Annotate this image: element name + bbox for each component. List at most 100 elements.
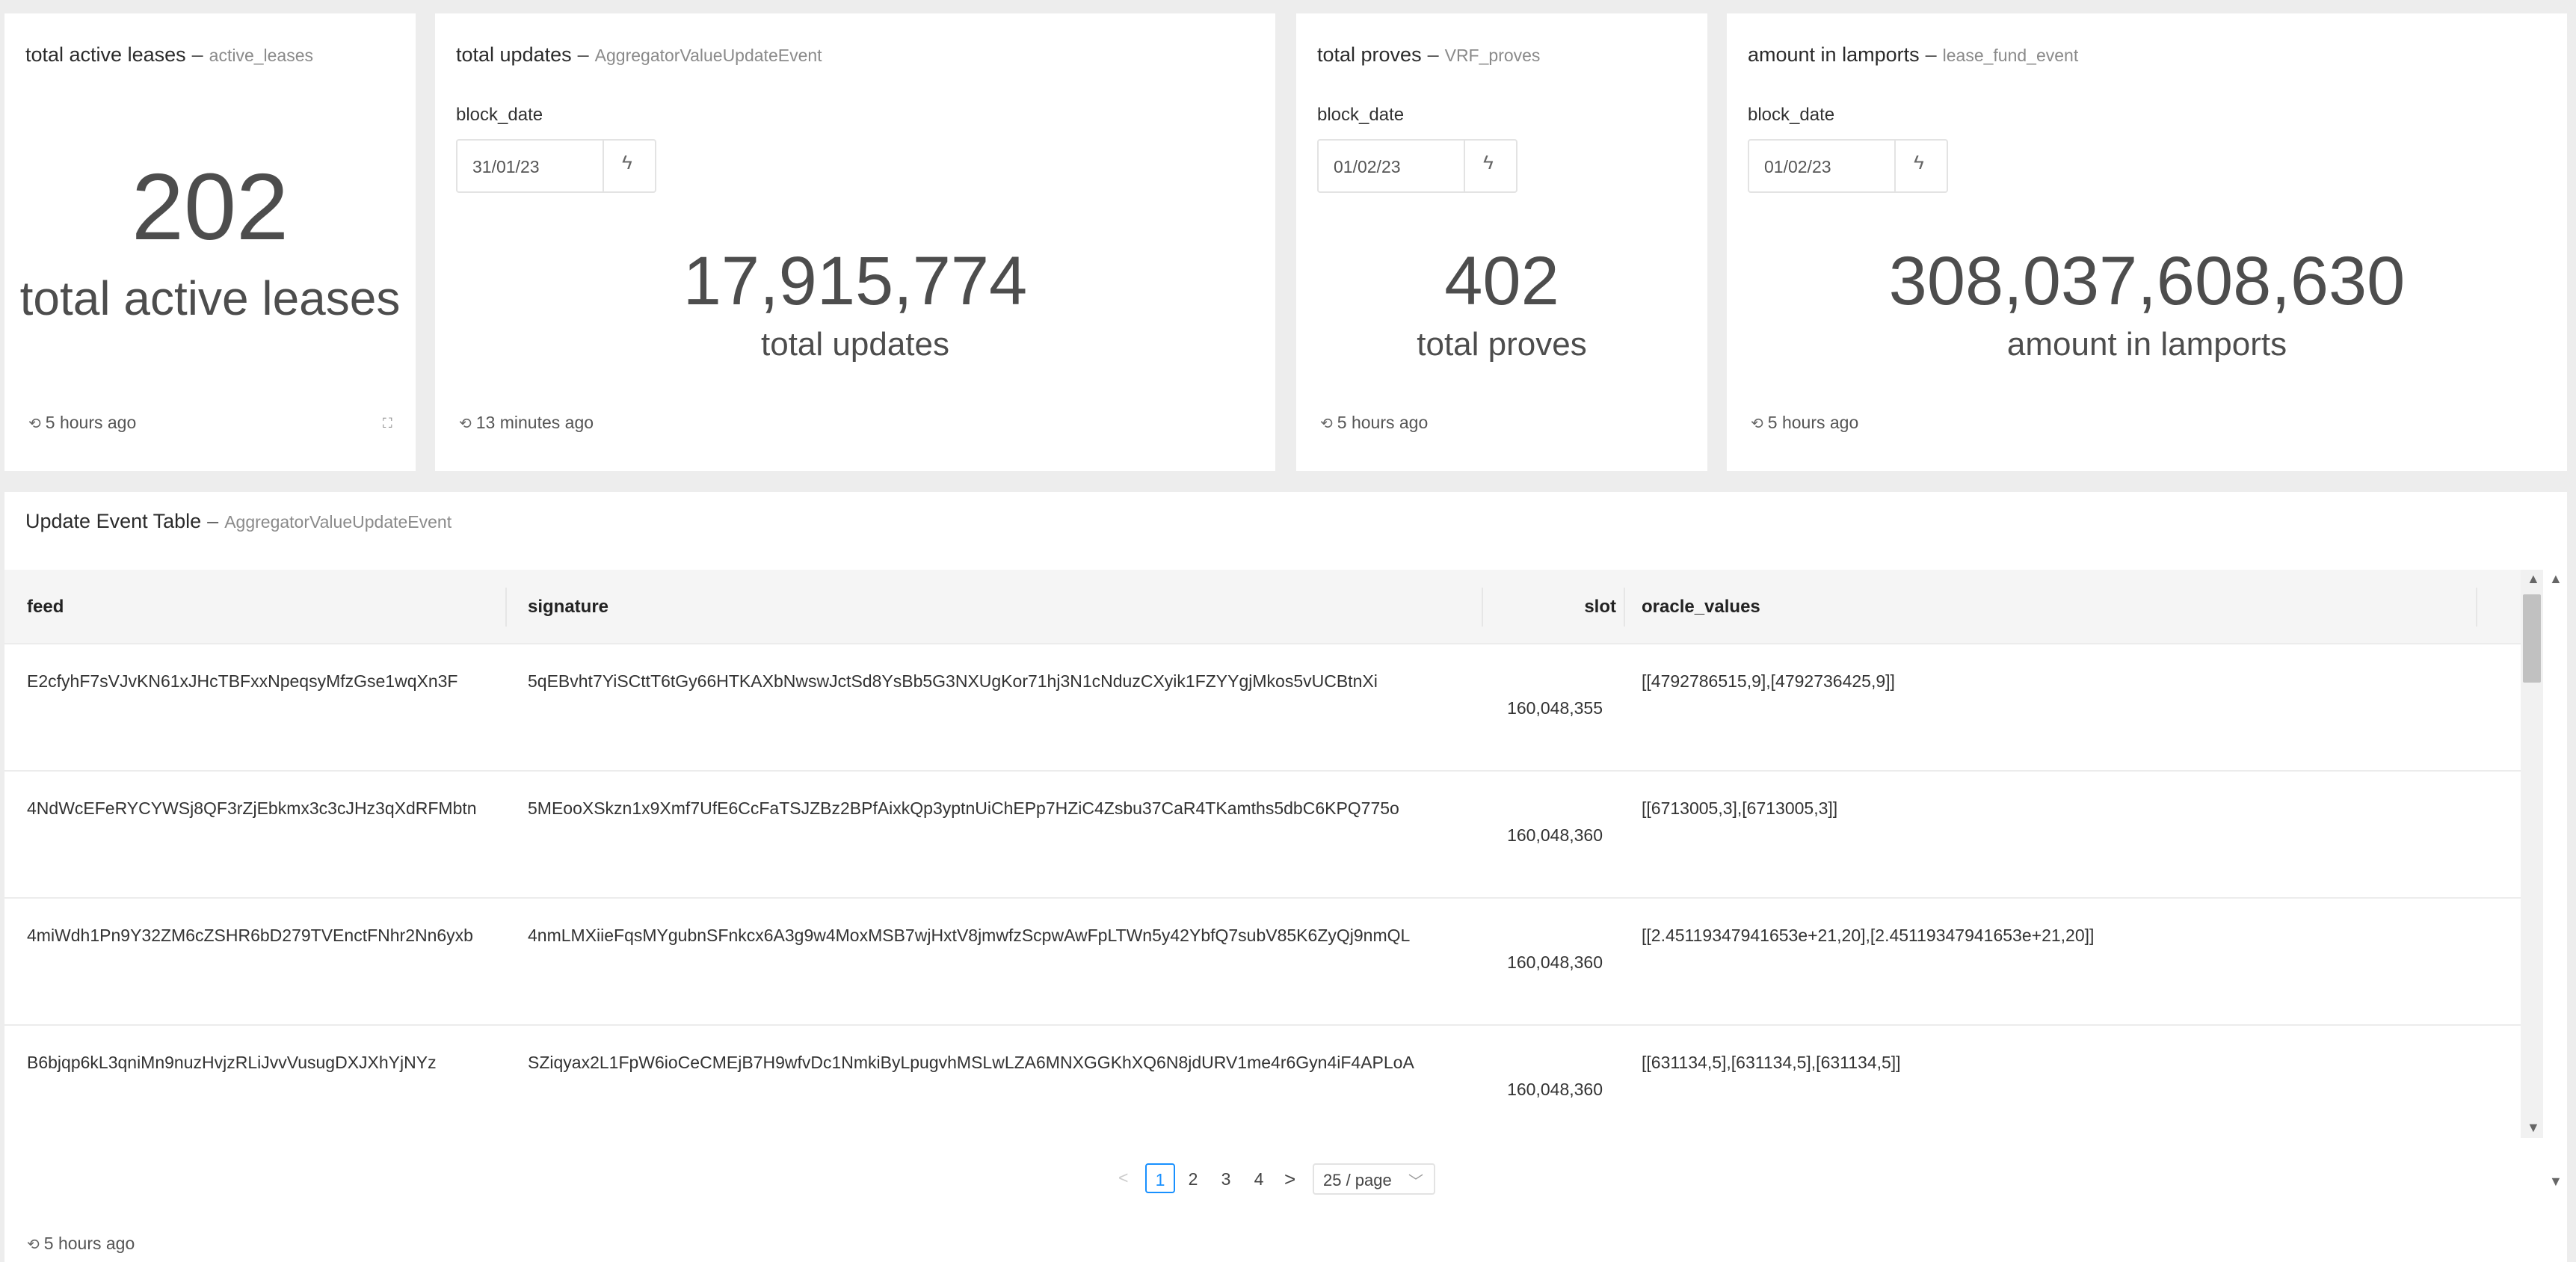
table-row[interactable]: E2cfyhF7sVJvKN61xJHcTBFxxNpeqsyMfzGse1wq… — [4, 644, 2521, 772]
card-amount-in-lamports: amount in lamports – lease_fund_event bloc… — [1727, 13, 2567, 471]
cell-signature: SZiqyax2L1FpW6ioCeCMEjB7H9wfvDc1NmkiByLp… — [528, 1053, 1414, 1072]
metric-value: 402 — [1444, 243, 1559, 319]
pagination-page-3[interactable]: 3 — [1218, 1169, 1233, 1189]
metric-label: total proves — [1417, 326, 1587, 363]
last-updated: ⟲ 5 hours ago — [28, 413, 136, 433]
page-size-select[interactable]: 25 / page ﹀ — [1313, 1163, 1435, 1195]
cell-feed: B6bjqp6kL3qniMn9nuzHvjzRLiJvvVusugDXJXhY… — [27, 1053, 437, 1072]
cell-signature: 5qEBvht7YiSCttT6tGy66HTKAXbNwswJctSd8YsB… — [528, 671, 1378, 691]
filter-label: block_date — [1317, 105, 1405, 125]
card-title-text: total updates — [456, 43, 572, 66]
table-card-title: Update Event Table – AggregatorValueUpdate… — [25, 510, 452, 532]
cell-slot: 160,048,360 — [1507, 1080, 1603, 1099]
column-header-oracle-values[interactable]: oracle_values — [1642, 597, 1760, 618]
last-updated-text: 5 hours ago — [1337, 413, 1429, 432]
pagination-page-2[interactable]: 2 — [1186, 1169, 1201, 1189]
bolt-icon[interactable]: ϟ — [1483, 151, 1494, 174]
table-last-updated: ⟲ 5 hours ago — [27, 1234, 135, 1254]
card-source[interactable]: lease_fund_event — [1943, 46, 2079, 65]
card-title: amount in lamports – lease_fund_event — [1748, 43, 2079, 66]
table-row[interactable]: B6bjqp6kL3qniMn9nuzHvjzRLiJvvVusugDXJXhY… — [4, 1026, 2521, 1138]
cell-signature: 4nmLMXiieFqsMYgubnSFnkcx6A3g9w4MoxMSB7wj… — [528, 926, 1411, 945]
clock-icon: ⟲ — [1320, 416, 1333, 432]
cell-oracle-values: [[6713005,3],[6713005,3]] — [1642, 798, 1838, 818]
clock-icon: ⟲ — [27, 1237, 40, 1253]
card-source[interactable]: VRF_proves — [1445, 46, 1541, 65]
table-header: feed signature slot oracle_values — [4, 570, 2521, 644]
column-header-signature[interactable]: signature — [528, 597, 608, 618]
cell-slot: 160,048,360 — [1507, 825, 1603, 845]
chevron-down-icon: ﹀ — [1408, 1174, 1423, 1190]
last-updated-text: 13 minutes ago — [475, 413, 594, 432]
bolt-icon[interactable]: ϟ — [1914, 151, 1924, 174]
column-divider[interactable] — [1482, 588, 1483, 627]
card-total-updates: total updates – AggregatorValueUpdateEvent… — [435, 13, 1275, 471]
date-filter-divider — [603, 141, 604, 191]
date-filter-value[interactable]: 31/01/23 — [472, 157, 540, 177]
filter-label: block_date — [456, 105, 543, 125]
card-title-text: amount in lamports — [1748, 43, 1920, 66]
table-row[interactable]: 4NdWcEFeRYCYWSj8QF3rZjEbkmx3c3cJHz3qXdRF… — [4, 772, 2521, 899]
outer-scroll-up-icon[interactable]: ▲ — [2549, 571, 2563, 587]
date-filter[interactable]: 01/02/23 ϟ — [1748, 139, 1948, 193]
metric-value: 202 — [131, 154, 289, 259]
card-title-text: Update Event Table — [25, 510, 202, 532]
metric-label: total updates — [761, 326, 949, 363]
page-size-value: 25 / page — [1323, 1171, 1392, 1189]
column-header-feed[interactable]: feed — [27, 597, 64, 618]
last-updated: ⟲ 5 hours ago — [1751, 413, 1858, 433]
cell-feed: 4NdWcEFeRYCYWSj8QF3rZjEbkmx3c3cJHz3qXdRF… — [27, 798, 477, 818]
card-title: total updates – AggregatorValueUpdateEvent — [456, 43, 822, 66]
column-header-slot[interactable]: slot — [1579, 597, 1616, 618]
cell-oracle-values: [[631134,5],[631134,5],[631134,5]] — [1642, 1053, 1901, 1072]
column-divider[interactable] — [1624, 588, 1625, 627]
pagination-next[interactable]: > — [1284, 1168, 1295, 1191]
column-divider[interactable] — [2476, 588, 2477, 627]
card-total-active-leases: total active leases – active_leases 202 to… — [4, 13, 416, 471]
card-title: total active leases – active_leases — [25, 43, 314, 66]
filter-label: block_date — [1748, 105, 1835, 125]
table-row[interactable]: 4miWdh1Pn9Y32ZM6cZSHR6bD279TVEnctFNhr2Nn… — [4, 899, 2521, 1026]
date-filter-value[interactable]: 01/02/23 — [1334, 157, 1401, 177]
card-total-proves: total proves – VRF_proves block_date 01/02… — [1296, 13, 1707, 471]
metric-value: 17,915,774 — [682, 243, 1028, 319]
card-source[interactable]: AggregatorValueUpdateEvent — [595, 46, 822, 65]
last-updated: ⟲ 5 hours ago — [1320, 413, 1428, 433]
cell-slot: 160,048,360 — [1507, 952, 1603, 972]
cell-feed: 4miWdh1Pn9Y32ZM6cZSHR6bD279TVEnctFNhr2Nn… — [27, 926, 473, 945]
outer-scroll-down-icon[interactable]: ▼ — [2549, 1174, 2563, 1189]
metric-label: amount in lamports — [2006, 326, 2287, 363]
last-updated: ⟲ 13 minutes ago — [459, 413, 594, 433]
date-filter[interactable]: 01/02/23 ϟ — [1317, 139, 1517, 193]
cell-slot: 160,048,355 — [1507, 698, 1603, 718]
card-title-text: total active leases — [25, 43, 186, 66]
date-filter-value[interactable]: 01/02/23 — [1764, 157, 1831, 177]
cell-signature: 5MEooXSkzn1x9Xmf7UfE6CcFaTSJZBz2BPfAixkQ… — [528, 798, 1399, 818]
cell-feed: E2cfyhF7sVJvKN61xJHcTBFxxNpeqsyMfzGse1wq… — [27, 671, 458, 691]
pagination-page-4[interactable]: 4 — [1251, 1169, 1266, 1189]
last-updated-text: 5 hours ago — [45, 413, 137, 432]
expand-icon[interactable]: ⛶ — [383, 416, 392, 431]
bolt-icon[interactable]: ϟ — [622, 151, 632, 174]
column-divider[interactable] — [505, 588, 507, 627]
scrollbar-thumb[interactable] — [2523, 594, 2541, 683]
last-updated-text: 5 hours ago — [43, 1234, 135, 1253]
card-title-text: total proves — [1317, 43, 1422, 66]
date-filter-divider — [1894, 141, 1896, 191]
scroll-up-icon[interactable]: ▲ — [2527, 571, 2540, 587]
pagination-prev[interactable]: < — [1118, 1168, 1128, 1188]
metric-label: total active leases — [19, 271, 401, 325]
clock-icon: ⟲ — [1751, 416, 1763, 432]
metric-value: 308,037,608,630 — [1888, 243, 2406, 319]
last-updated-text: 5 hours ago — [1767, 413, 1859, 432]
clock-icon: ⟲ — [28, 416, 41, 432]
clock-icon: ⟲ — [459, 416, 472, 432]
card-title: total proves – VRF_proves — [1317, 43, 1541, 66]
date-filter-divider — [1464, 141, 1465, 191]
cell-oracle-values: [[2.45119347941653e+21,20],[2.4511934794… — [1642, 926, 2095, 945]
date-filter[interactable]: 31/01/23 ϟ — [456, 139, 656, 193]
pagination-page-1[interactable]: 1 — [1145, 1163, 1175, 1193]
card-source[interactable]: AggregatorValueUpdateEvent — [224, 512, 452, 532]
scroll-down-icon[interactable]: ▼ — [2527, 1120, 2540, 1136]
card-source[interactable]: active_leases — [209, 46, 313, 65]
